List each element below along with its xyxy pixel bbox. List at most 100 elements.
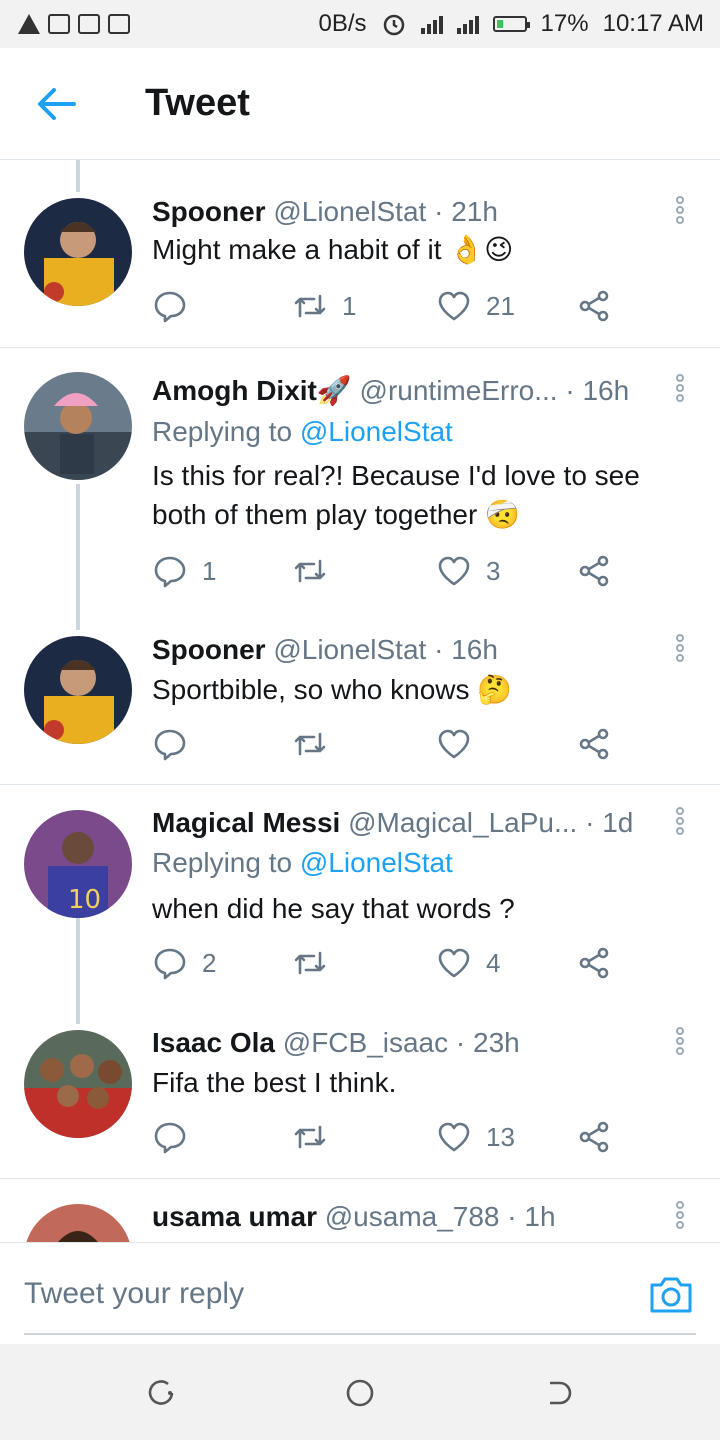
like-button[interactable]: 21 — [436, 288, 515, 324]
replying-to: Replying to @LionelStat — [152, 416, 453, 448]
reply-button[interactable] — [152, 726, 202, 762]
warning-icon — [18, 14, 40, 34]
more-vertical-icon[interactable] — [672, 374, 688, 404]
user-handle[interactable]: @LionelStat — [273, 634, 426, 665]
home-icon[interactable] — [345, 1378, 375, 1408]
user-name[interactable]: usama umar — [152, 1201, 317, 1232]
share-button[interactable] — [576, 945, 612, 981]
avatar[interactable]: 10 — [24, 810, 132, 918]
avatar[interactable] — [24, 372, 132, 480]
like-count: 4 — [486, 947, 501, 978]
heart-icon — [438, 291, 470, 321]
reply-button[interactable]: 1 — [152, 553, 216, 589]
app-header: Tweet — [0, 48, 720, 160]
user-handle[interactable]: @runtimeErro... — [360, 375, 558, 406]
like-button[interactable]: 3 — [436, 553, 500, 589]
reply-icon — [154, 948, 186, 980]
screenshot-icon — [78, 14, 100, 34]
user-handle[interactable]: @Magical_LaPu... — [348, 807, 577, 838]
camera-icon[interactable] — [648, 1273, 694, 1315]
back-icon[interactable] — [544, 1378, 574, 1408]
avatar[interactable] — [24, 1204, 132, 1242]
retweet-icon — [294, 732, 326, 756]
user-name[interactable]: Spooner — [152, 634, 266, 665]
tweet-age: · 21h — [434, 196, 498, 227]
tweet-actions: 1 3 — [152, 553, 622, 593]
more-vertical-icon[interactable] — [672, 196, 688, 226]
reply-icon — [154, 556, 186, 588]
tweet-age: · 16h — [434, 634, 498, 665]
share-icon — [579, 290, 609, 322]
alarm-icon — [383, 14, 404, 36]
reply-count: 1 — [202, 555, 217, 586]
tweet-item[interactable]: usama umar @usama_788 · 1h — [0, 1179, 720, 1242]
like-button[interactable] — [436, 726, 486, 762]
tweet-item[interactable]: 10 Magical Messi @Magical_LaPu... · 1d R… — [0, 785, 720, 1005]
tweet-item[interactable]: Spooner @LionelStat · 21h Might make a h… — [0, 160, 720, 347]
mention-link[interactable]: @LionelStat — [300, 847, 453, 878]
more-vertical-icon[interactable] — [672, 634, 688, 664]
avatar[interactable] — [24, 1030, 132, 1138]
tweet-meta: Spooner @LionelStat · 16h — [152, 634, 498, 666]
user-name[interactable]: Amogh Dixit🚀 — [152, 375, 352, 406]
user-name[interactable]: Isaac Ola — [152, 1027, 275, 1058]
user-name[interactable]: Magical Messi — [152, 807, 340, 838]
back-arrow-icon[interactable] — [34, 84, 78, 124]
tweet-item[interactable]: Spooner @LionelStat · 16h Sportbible, so… — [0, 610, 720, 784]
heart-icon — [438, 556, 470, 586]
share-button[interactable] — [576, 553, 612, 589]
notification-icons — [0, 14, 130, 34]
tweet-item[interactable]: Isaac Ola @FCB_isaac · 23h Fifa the best… — [0, 1005, 720, 1178]
retweet-button[interactable] — [292, 726, 342, 762]
signal-icon-1 — [420, 14, 443, 34]
user-handle[interactable]: @FCB_isaac — [283, 1027, 448, 1058]
more-vertical-icon[interactable] — [672, 807, 688, 837]
like-button[interactable]: 13 — [436, 1119, 515, 1155]
reply-input[interactable]: Tweet your reply — [24, 1277, 244, 1311]
share-button[interactable] — [576, 1119, 612, 1155]
retweet-button[interactable] — [292, 1119, 342, 1155]
clock: 10:17 AM — [602, 10, 704, 37]
recent-apps-icon[interactable] — [146, 1378, 176, 1408]
retweet-button[interactable] — [292, 945, 342, 981]
reply-button[interactable] — [152, 1119, 202, 1155]
like-count: 13 — [486, 1121, 515, 1152]
avatar[interactable] — [24, 636, 132, 744]
tweet-actions: 13 — [152, 1119, 622, 1159]
retweet-button[interactable] — [292, 553, 342, 589]
reply-button[interactable] — [152, 288, 202, 324]
reply-icon — [154, 729, 186, 761]
more-vertical-icon[interactable] — [672, 1027, 688, 1057]
share-icon — [579, 728, 609, 760]
tweet-actions: 2 4 — [152, 945, 622, 985]
user-handle[interactable]: @usama_788 — [325, 1201, 500, 1232]
user-name[interactable]: Spooner — [152, 196, 266, 227]
tweet-meta: usama umar @usama_788 · 1h — [152, 1201, 556, 1233]
more-vertical-icon[interactable] — [672, 1201, 688, 1231]
activity-icon — [108, 14, 130, 34]
net-speed: 0B/s — [318, 10, 367, 37]
mention-link[interactable]: @LionelStat — [300, 416, 453, 447]
like-count: 21 — [486, 290, 515, 321]
reply-button[interactable]: 2 — [152, 945, 216, 981]
tweet-item[interactable]: Amogh Dixit🚀 @runtimeErro... · 16h Reply… — [0, 348, 720, 610]
retweet-count: 1 — [342, 290, 357, 321]
tweet-text: Sportbible, so who knows 🤔 — [152, 674, 513, 705]
tweet-age: · 16h — [565, 375, 630, 406]
signal-icon-2 — [456, 14, 479, 34]
share-button[interactable] — [576, 726, 612, 762]
like-button[interactable]: 4 — [436, 945, 500, 981]
battery-percent: 17% — [540, 10, 589, 37]
svg-text:10: 10 — [68, 885, 101, 915]
user-handle[interactable]: @LionelStat — [273, 196, 426, 227]
retweet-button[interactable]: 1 — [292, 288, 356, 324]
tweet-age: · 1h — [507, 1201, 556, 1232]
like-count: 3 — [486, 555, 501, 586]
avatar[interactable] — [24, 198, 132, 306]
retweet-icon — [294, 951, 326, 975]
share-button[interactable] — [576, 288, 612, 324]
share-icon — [579, 947, 609, 979]
retweet-icon — [294, 559, 326, 583]
replying-prefix: Replying to — [152, 416, 293, 447]
share-icon — [579, 555, 609, 587]
